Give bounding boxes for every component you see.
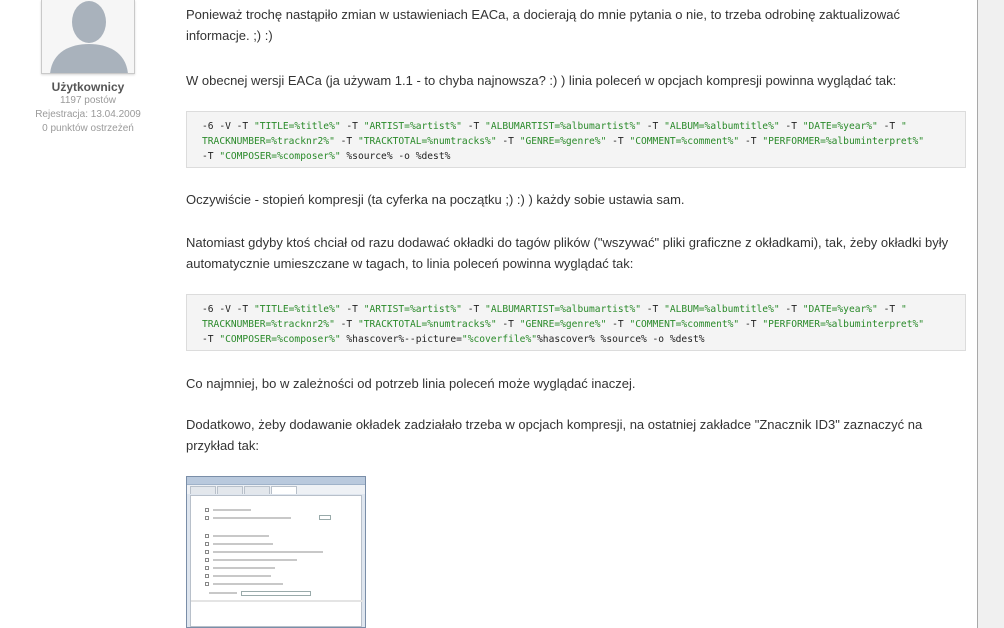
thumbnail-panel	[190, 495, 363, 627]
thumbnail-text-line	[213, 567, 275, 569]
post-author-panel: Użytkownicy 1197 postów Rejestracja: 13.…	[28, 0, 148, 136]
thumbnail-text-line	[213, 583, 283, 585]
code-token: -T	[461, 304, 486, 315]
code-string-token: "COMPOSER=%composer%"	[219, 334, 341, 345]
thumbnail-text-line	[213, 535, 269, 537]
code-string-token: "%coverfile%"	[461, 334, 538, 345]
code-token: -T	[334, 319, 358, 330]
code-string-token: "ARTIST=%artist%"	[363, 121, 462, 132]
post-paragraph: Dodatkowo, żeby dodawanie okładek zadzia…	[186, 417, 923, 453]
author-registration-date: Rejestracja: 13.04.2009	[35, 109, 141, 120]
thumbnail-text-line	[213, 559, 297, 561]
author-warnings: 0 punktów ostrzeżeń	[42, 123, 134, 134]
code-string-token: "TITLE=%title%"	[253, 121, 341, 132]
code-string-token: "ALBUM=%albumtitle%"	[664, 304, 780, 315]
code-token: %hascover% %source% -o %dest%	[537, 334, 705, 345]
thumbnail-checkbox	[205, 582, 209, 586]
code-string-token: TRACKNUMBER=%tracknr2%"	[202, 319, 335, 330]
post-paragraph: Ponieważ trochę nastąpiło zmian w ustawi…	[186, 7, 900, 43]
code-block[interactable]: -6 -V -T "TITLE=%title%" -T "ARTIST=%art…	[186, 294, 966, 351]
code-token: -T	[739, 136, 763, 147]
code-string-token: "COMMENT=%comment%"	[629, 136, 740, 147]
code-string-token: "GENRE=%genre%"	[519, 319, 607, 330]
code-token: -T	[606, 136, 630, 147]
thumbnail-tab	[217, 486, 243, 494]
thumbnail-text-line	[213, 543, 273, 545]
code-string-token: "ARTIST=%artist%"	[363, 304, 462, 315]
thumbnail-text-line	[213, 551, 323, 553]
code-string-token: "DATE=%year%"	[802, 304, 878, 315]
thumbnail-field	[319, 515, 331, 520]
code-token: -T	[606, 319, 630, 330]
code-token: -T	[877, 304, 901, 315]
thumbnail-checkbox	[205, 558, 209, 562]
code-token: -T	[340, 121, 364, 132]
code-token: -6 -V -T	[202, 304, 254, 315]
code-string-token: "DATE=%year%"	[802, 121, 878, 132]
settings-screenshot-thumbnail[interactable]	[186, 476, 366, 628]
code-token: -T	[202, 334, 220, 345]
code-token: -T	[641, 304, 665, 315]
thumbnail-checkbox	[205, 550, 209, 554]
thumbnail-text-line	[213, 517, 291, 519]
code-string-token: "COMMENT=%comment%"	[629, 319, 740, 330]
code-token: -T	[877, 121, 901, 132]
post-paragraph: W obecnej wersji EACa (ja używam 1.1 - t…	[186, 73, 897, 88]
thumbnail-checkbox	[205, 516, 209, 520]
thumbnail-field	[241, 591, 311, 596]
code-token: -T	[496, 319, 520, 330]
code-block[interactable]: -6 -V -T "TITLE=%title%" -T "ARTIST=%art…	[186, 111, 966, 168]
code-string-token: "TRACKTOTAL=%numtracks%"	[357, 319, 497, 330]
thumbnail-text-line	[213, 575, 271, 577]
post-paragraph: Co najmniej, bo w zależności od potrzeb …	[186, 376, 636, 391]
thumbnail-checkbox	[205, 508, 209, 512]
code-string-token: "	[900, 121, 907, 132]
page-scroll-gutter	[978, 0, 1004, 628]
author-name[interactable]: Użytkownicy	[28, 80, 148, 94]
code-token: -T	[779, 121, 803, 132]
thumbnail-text-line	[209, 592, 237, 594]
code-token: %hascover%--picture=	[340, 334, 462, 345]
code-token: -T	[340, 304, 364, 315]
code-token: -6 -V -T	[202, 121, 254, 132]
code-token: -T	[334, 136, 358, 147]
code-string-token: "ALBUMARTIST=%albumartist%"	[485, 304, 641, 315]
thumbnail-text-line	[213, 509, 251, 511]
author-post-count: 1197 postów	[60, 95, 116, 106]
code-string-token: "GENRE=%genre%"	[519, 136, 607, 147]
code-token: -T	[641, 121, 665, 132]
code-string-token: TRACKNUMBER=%tracknr2%"	[202, 136, 335, 147]
code-token: -T	[461, 121, 486, 132]
code-token: -T	[202, 151, 220, 162]
code-token: -T	[739, 319, 763, 330]
code-token: -T	[779, 304, 803, 315]
code-string-token: "ALBUMARTIST=%albumartist%"	[485, 121, 641, 132]
code-token: -T	[496, 136, 520, 147]
post-paragraph: Oczywiście - stopień kompresji (ta cyfer…	[186, 192, 685, 207]
thumbnail-tab	[244, 486, 270, 494]
code-string-token: "TITLE=%title%"	[253, 304, 341, 315]
code-string-token: "TRACKTOTAL=%numtracks%"	[357, 136, 497, 147]
code-string-token: "COMPOSER=%composer%"	[219, 151, 341, 162]
code-string-token: "ALBUM=%albumtitle%"	[664, 121, 780, 132]
thumbnail-checkbox	[205, 566, 209, 570]
code-string-token: "	[900, 304, 907, 315]
thumbnail-divider	[191, 600, 363, 602]
thumbnail-checkbox	[205, 542, 209, 546]
post-paragraph: Natomiast gdyby ktoś chciał od razu doda…	[186, 235, 949, 271]
thumbnail-tab	[271, 486, 297, 494]
thumbnail-checkbox	[205, 534, 209, 538]
default-avatar-icon[interactable]	[41, 0, 135, 74]
thumbnail-window-titlebar	[187, 477, 365, 485]
thumbnail-tabs	[187, 485, 365, 494]
thumbnail-tab	[190, 486, 216, 494]
code-string-token: "PERFORMER=%albuminterpret%"	[762, 136, 925, 147]
code-token: %source% -o %dest%	[340, 151, 451, 162]
thumbnail-checkbox	[205, 574, 209, 578]
code-string-token: "PERFORMER=%albuminterpret%"	[762, 319, 925, 330]
